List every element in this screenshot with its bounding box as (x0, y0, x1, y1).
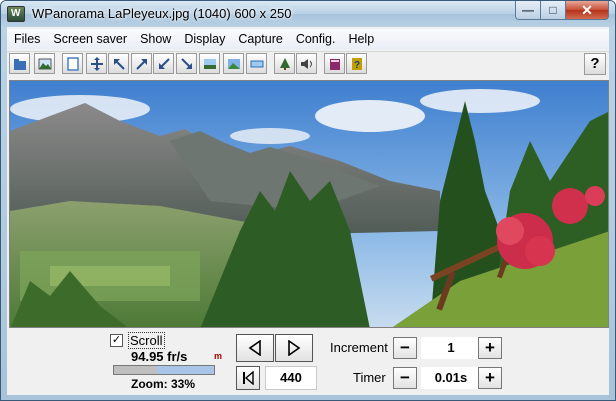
arrow-down-left-tool-button[interactable] (153, 53, 174, 74)
page-tool-button[interactable] (62, 53, 83, 74)
scroll-label[interactable]: Scroll (128, 332, 165, 349)
help-book-icon: ? (351, 57, 362, 71)
client-area: Files Screen saver Show Display Capture … (7, 27, 609, 395)
title-bar[interactable]: W WPanorama LaPleyeux.jpg (1040) 600 x 2… (1, 1, 615, 27)
scroll-left-button[interactable] (236, 334, 274, 362)
skip-start-icon (243, 371, 254, 385)
arrow-up-left-icon (113, 58, 125, 70)
open-file-icon (13, 58, 26, 70)
svg-text:?: ? (354, 60, 360, 71)
page-icon (66, 56, 79, 71)
speaker-tool-button[interactable] (296, 53, 317, 74)
increment-decrease-button[interactable]: − (393, 337, 417, 359)
increment-label: Increment (330, 340, 388, 355)
arrow-down-right-icon (180, 57, 192, 69)
fit-width-tool-button[interactable] (246, 53, 267, 74)
maximize-button[interactable]: □ (541, 1, 566, 20)
tree-icon (279, 57, 290, 70)
window-controls: — □ ✕ (515, 1, 609, 20)
menu-help[interactable]: Help (341, 29, 380, 49)
book-icon (329, 58, 340, 70)
move-arrows-icon (90, 56, 103, 71)
increment-increase-button[interactable]: + (478, 337, 502, 359)
triangle-right-icon (288, 340, 301, 356)
timer-increase-button[interactable]: + (478, 367, 502, 389)
fit-height-tool-button[interactable] (199, 53, 220, 74)
tree-tool-button[interactable] (274, 53, 295, 74)
app-icon-letter: W (11, 8, 21, 19)
panorama-image (10, 81, 608, 327)
timer-decrease-button[interactable]: − (393, 367, 417, 389)
arrow-up-right-tool-button[interactable] (131, 53, 152, 74)
picture-icon (38, 58, 51, 69)
book-tool-button[interactable] (324, 53, 345, 74)
window-title: WPanorama LaPleyeux.jpg (1040) 600 x 250 (32, 6, 292, 21)
help-button[interactable]: ? (584, 53, 606, 75)
app-window: W WPanorama LaPleyeux.jpg (1040) 600 x 2… (0, 0, 616, 401)
arrow-up-right-icon (135, 58, 147, 70)
menu-screen-saver[interactable]: Screen saver (46, 29, 133, 49)
menu-display[interactable]: Display (177, 29, 231, 49)
arrow-up-left-tool-button[interactable] (108, 53, 129, 74)
position-value: 440 (265, 366, 317, 390)
move-arrows-tool-button[interactable] (86, 53, 107, 74)
timer-label: Timer (353, 370, 386, 385)
landscape-icon (227, 58, 240, 69)
panorama-view[interactable] (9, 80, 609, 328)
minimize-button[interactable]: — (515, 1, 541, 20)
menu-capture[interactable]: Capture (231, 29, 288, 49)
timer-value[interactable]: 0.01s (421, 367, 481, 389)
fit-width-icon (250, 60, 263, 67)
menu-bar: Files Screen saver Show Display Capture … (7, 29, 609, 49)
frame-rate: 94.95 fr/s (131, 349, 188, 364)
fps-indicator-icon: m (214, 351, 223, 361)
toolbar: ? ? (7, 51, 609, 77)
app-icon[interactable]: W (7, 6, 25, 22)
increment-value[interactable]: 1 (421, 337, 481, 359)
speaker-icon (300, 58, 312, 69)
help-book-tool-button[interactable]: ? (346, 53, 367, 74)
arrow-down-right-tool-button[interactable] (176, 53, 197, 74)
zoom-bar-fill (157, 366, 214, 374)
menu-config[interactable]: Config. (289, 29, 342, 49)
zoom-bar[interactable] (113, 365, 215, 375)
open-file-tool-button[interactable] (9, 53, 30, 74)
landscape-tool-button[interactable] (223, 53, 244, 74)
controls-panel: ✓ Scroll 94.95 fr/s m Zoom: 33% 440 Incr… (7, 330, 609, 395)
picture-tool-button[interactable] (34, 53, 55, 74)
fit-height-icon (203, 58, 216, 69)
zoom-label: Zoom: 33% (131, 377, 196, 391)
scroll-checkbox[interactable]: ✓ (110, 334, 123, 347)
arrow-down-left-icon (158, 57, 170, 69)
menu-files[interactable]: Files (7, 29, 46, 49)
menu-show[interactable]: Show (133, 29, 177, 49)
scroll-right-button[interactable] (275, 334, 313, 362)
triangle-left-icon (248, 340, 261, 356)
go-to-start-button[interactable] (236, 366, 260, 390)
close-button[interactable]: ✕ (566, 1, 609, 20)
